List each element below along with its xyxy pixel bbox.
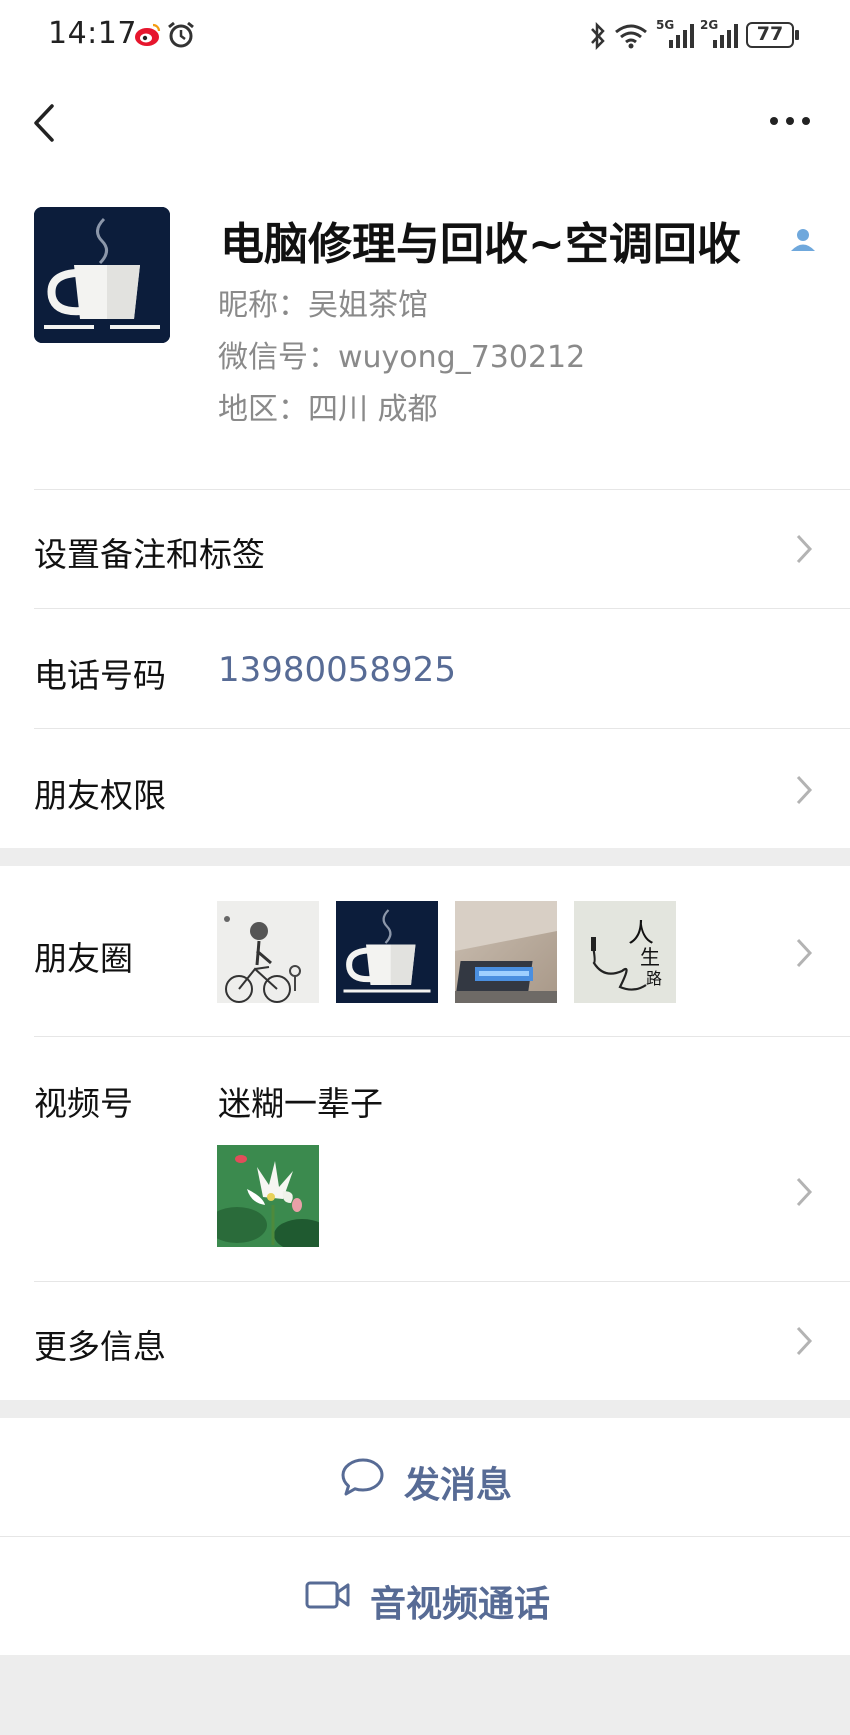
more-options-icon[interactable] — [768, 108, 812, 134]
avatar[interactable] — [34, 207, 170, 343]
moments-label: 朋友圈 — [34, 939, 133, 978]
weibo-icon — [135, 23, 161, 46]
chevron-right-icon — [796, 534, 813, 564]
teacup-image — [336, 901, 438, 1003]
bluetooth-icon — [591, 22, 605, 50]
phone-number-label: 电话号码 — [34, 656, 166, 695]
friend-permission-label: 朋友权限 — [34, 776, 166, 815]
remark-and-tags-row[interactable]: 设置备注和标签 — [0, 490, 850, 608]
video-call-label: 音视频通话 — [370, 1584, 551, 1625]
calligraphy-char: 路 — [646, 969, 663, 988]
section-gap — [0, 1400, 850, 1418]
chat-bubble-icon — [341, 1458, 384, 1496]
channels-name: 迷糊一辈子 — [218, 1084, 383, 1123]
wifi-icon — [615, 24, 647, 49]
chevron-right-icon — [796, 775, 813, 805]
moments-thumbnail — [336, 901, 438, 1003]
section-gap — [0, 848, 850, 866]
send-message-button[interactable]: 发消息 — [0, 1418, 850, 1536]
profile-name: 电脑修理与回收~空调回收 — [220, 219, 741, 270]
profile-region: 地区：四川 成都 — [218, 392, 438, 427]
moments-thumbnail — [455, 901, 557, 1003]
chevron-right-icon — [796, 1326, 813, 1356]
moments-thumbnail: 人 生 路 — [574, 901, 676, 1003]
alarm-icon — [168, 21, 194, 48]
contact-person-icon — [791, 229, 815, 251]
lotus-photo — [217, 1145, 319, 1247]
battery-level: 77 — [756, 23, 784, 45]
send-message-label: 发消息 — [404, 1465, 513, 1506]
chevron-right-icon — [796, 938, 813, 968]
chevron-right-icon — [796, 1177, 813, 1207]
channels-label: 视频号 — [34, 1084, 133, 1123]
more-info-label: 更多信息 — [34, 1327, 166, 1366]
back-icon[interactable] — [26, 98, 66, 148]
channels-thumbnail — [217, 1145, 319, 1247]
channels-row[interactable]: 视频号 迷糊一辈子 — [0, 1037, 850, 1281]
battery-icon: 77 — [746, 22, 794, 48]
video-call-button[interactable]: 音视频通话 — [0, 1537, 850, 1655]
signal-2g-icon — [713, 24, 738, 48]
video-camera-icon — [305, 1581, 350, 1609]
cyclist-image — [217, 901, 319, 1003]
friend-permission-row[interactable]: 朋友权限 — [0, 729, 850, 847]
status-time: 14:17 — [48, 16, 137, 51]
phone-number-value[interactable]: 13980058925 — [218, 650, 456, 690]
profile-nickname: 昵称：吴姐茶馆 — [218, 288, 428, 323]
moments-thumbnail — [217, 901, 319, 1003]
signal-5g-icon — [669, 24, 694, 48]
heater-photo — [455, 901, 557, 1003]
teacup-image — [34, 207, 170, 343]
status-bar: 14:17 5G 2G 77 — [0, 0, 850, 72]
battery-tip — [795, 30, 799, 40]
bottom-area — [0, 1655, 850, 1735]
remark-and-tags-label: 设置备注和标签 — [34, 535, 265, 574]
more-info-row[interactable]: 更多信息 — [0, 1282, 850, 1400]
moments-row[interactable]: 朋友圈 人 生 路 — [0, 866, 850, 1036]
profile-wechat-id: 微信号：wuyong_730212 — [218, 340, 586, 375]
